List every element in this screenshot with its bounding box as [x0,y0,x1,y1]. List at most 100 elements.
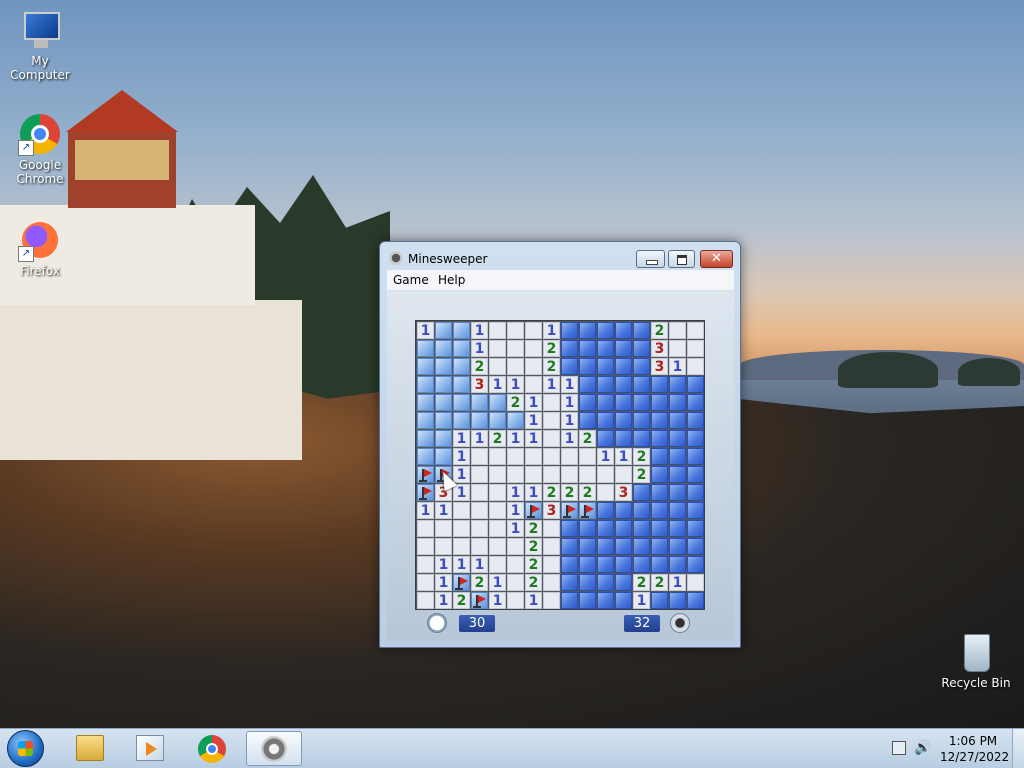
flagged-cell[interactable] [453,574,470,591]
revealed-number-cell[interactable]: 2 [525,556,542,573]
desktop-icon-my-computer[interactable]: My Computer [0,8,80,82]
revealed-number-cell[interactable]: 1 [525,484,542,501]
covered-cell[interactable] [633,340,650,357]
revealed-empty-cell[interactable] [579,448,596,465]
covered-cell[interactable] [687,376,704,393]
covered-cell[interactable] [579,556,596,573]
minesweeper-window[interactable]: Minesweeper ✕ Game Help 1112123223131111… [379,241,741,648]
revealed-empty-cell[interactable] [543,448,560,465]
revealed-number-cell[interactable]: 1 [435,502,452,519]
covered-cell[interactable] [453,322,470,339]
revealed-number-cell[interactable]: 2 [651,322,668,339]
covered-cell[interactable] [615,358,632,375]
revealed-number-cell[interactable]: 1 [525,592,542,609]
revealed-number-cell[interactable]: 1 [471,340,488,357]
revealed-number-cell[interactable]: 1 [435,556,452,573]
covered-cell[interactable] [417,394,434,411]
covered-cell[interactable] [651,448,668,465]
revealed-number-cell[interactable]: 1 [471,556,488,573]
revealed-empty-cell[interactable] [417,592,434,609]
revealed-number-cell[interactable]: 1 [507,520,524,537]
revealed-number-cell[interactable]: 1 [453,448,470,465]
revealed-empty-cell[interactable] [687,340,704,357]
covered-cell[interactable] [597,556,614,573]
revealed-empty-cell[interactable] [525,340,542,357]
covered-cell[interactable] [597,430,614,447]
covered-cell[interactable] [489,412,506,429]
covered-cell[interactable] [561,574,578,591]
revealed-empty-cell[interactable] [507,358,524,375]
revealed-number-cell[interactable]: 1 [525,394,542,411]
covered-cell[interactable] [597,592,614,609]
covered-cell[interactable] [453,376,470,393]
revealed-number-cell[interactable]: 1 [669,358,686,375]
revealed-empty-cell[interactable] [489,556,506,573]
revealed-empty-cell[interactable] [489,520,506,537]
revealed-empty-cell[interactable] [489,502,506,519]
covered-cell[interactable] [417,448,434,465]
covered-cell[interactable] [597,502,614,519]
covered-cell[interactable] [435,394,452,411]
revealed-number-cell[interactable]: 3 [651,358,668,375]
revealed-empty-cell[interactable] [543,538,560,555]
covered-cell[interactable] [561,322,578,339]
taskbar-media-player[interactable] [122,731,178,766]
covered-cell[interactable] [579,394,596,411]
revealed-empty-cell[interactable] [435,538,452,555]
clock-date[interactable]: 12/27/2022 [940,750,1009,764]
desktop-icon-firefox[interactable]: ↗ Firefox [0,218,80,278]
revealed-number-cell[interactable]: 1 [561,376,578,393]
revealed-number-cell[interactable]: 1 [525,430,542,447]
covered-cell[interactable] [597,412,614,429]
covered-cell[interactable] [615,340,632,357]
covered-cell[interactable] [651,376,668,393]
revealed-number-cell[interactable]: 1 [435,592,452,609]
covered-cell[interactable] [561,340,578,357]
covered-cell[interactable] [651,556,668,573]
covered-cell[interactable] [597,322,614,339]
revealed-number-cell[interactable]: 3 [543,502,560,519]
revealed-empty-cell[interactable] [471,448,488,465]
menu-help[interactable]: Help [438,273,465,287]
covered-cell[interactable] [579,574,596,591]
revealed-empty-cell[interactable] [471,484,488,501]
revealed-empty-cell[interactable] [507,466,524,483]
covered-cell[interactable] [669,412,686,429]
covered-cell[interactable] [615,592,632,609]
covered-cell[interactable] [435,322,452,339]
desktop-icon-google-chrome[interactable]: ↗ Google Chrome [0,112,80,186]
revealed-number-cell[interactable]: 1 [417,502,434,519]
revealed-number-cell[interactable]: 1 [417,322,434,339]
covered-cell[interactable] [579,358,596,375]
revealed-empty-cell[interactable] [417,556,434,573]
covered-cell[interactable] [687,502,704,519]
revealed-number-cell[interactable]: 1 [525,412,542,429]
flagged-cell[interactable] [561,502,578,519]
revealed-empty-cell[interactable] [615,466,632,483]
covered-cell[interactable] [435,340,452,357]
covered-cell[interactable] [633,520,650,537]
revealed-number-cell[interactable]: 1 [453,556,470,573]
revealed-number-cell[interactable]: 1 [507,484,524,501]
revealed-empty-cell[interactable] [453,520,470,537]
covered-cell[interactable] [651,430,668,447]
covered-cell[interactable] [597,574,614,591]
covered-cell[interactable] [669,466,686,483]
revealed-empty-cell[interactable] [435,520,452,537]
revealed-number-cell[interactable]: 2 [543,358,560,375]
covered-cell[interactable] [471,412,488,429]
revealed-empty-cell[interactable] [525,376,542,393]
revealed-number-cell[interactable]: 1 [597,448,614,465]
covered-cell[interactable] [669,502,686,519]
covered-cell[interactable] [597,520,614,537]
revealed-number-cell[interactable]: 2 [453,592,470,609]
covered-cell[interactable] [579,322,596,339]
covered-cell[interactable] [687,538,704,555]
covered-cell[interactable] [597,394,614,411]
revealed-number-cell[interactable]: 2 [489,430,506,447]
covered-cell[interactable] [687,484,704,501]
revealed-number-cell[interactable]: 1 [561,412,578,429]
revealed-empty-cell[interactable] [489,448,506,465]
revealed-number-cell[interactable]: 2 [633,574,650,591]
revealed-number-cell[interactable]: 3 [471,376,488,393]
